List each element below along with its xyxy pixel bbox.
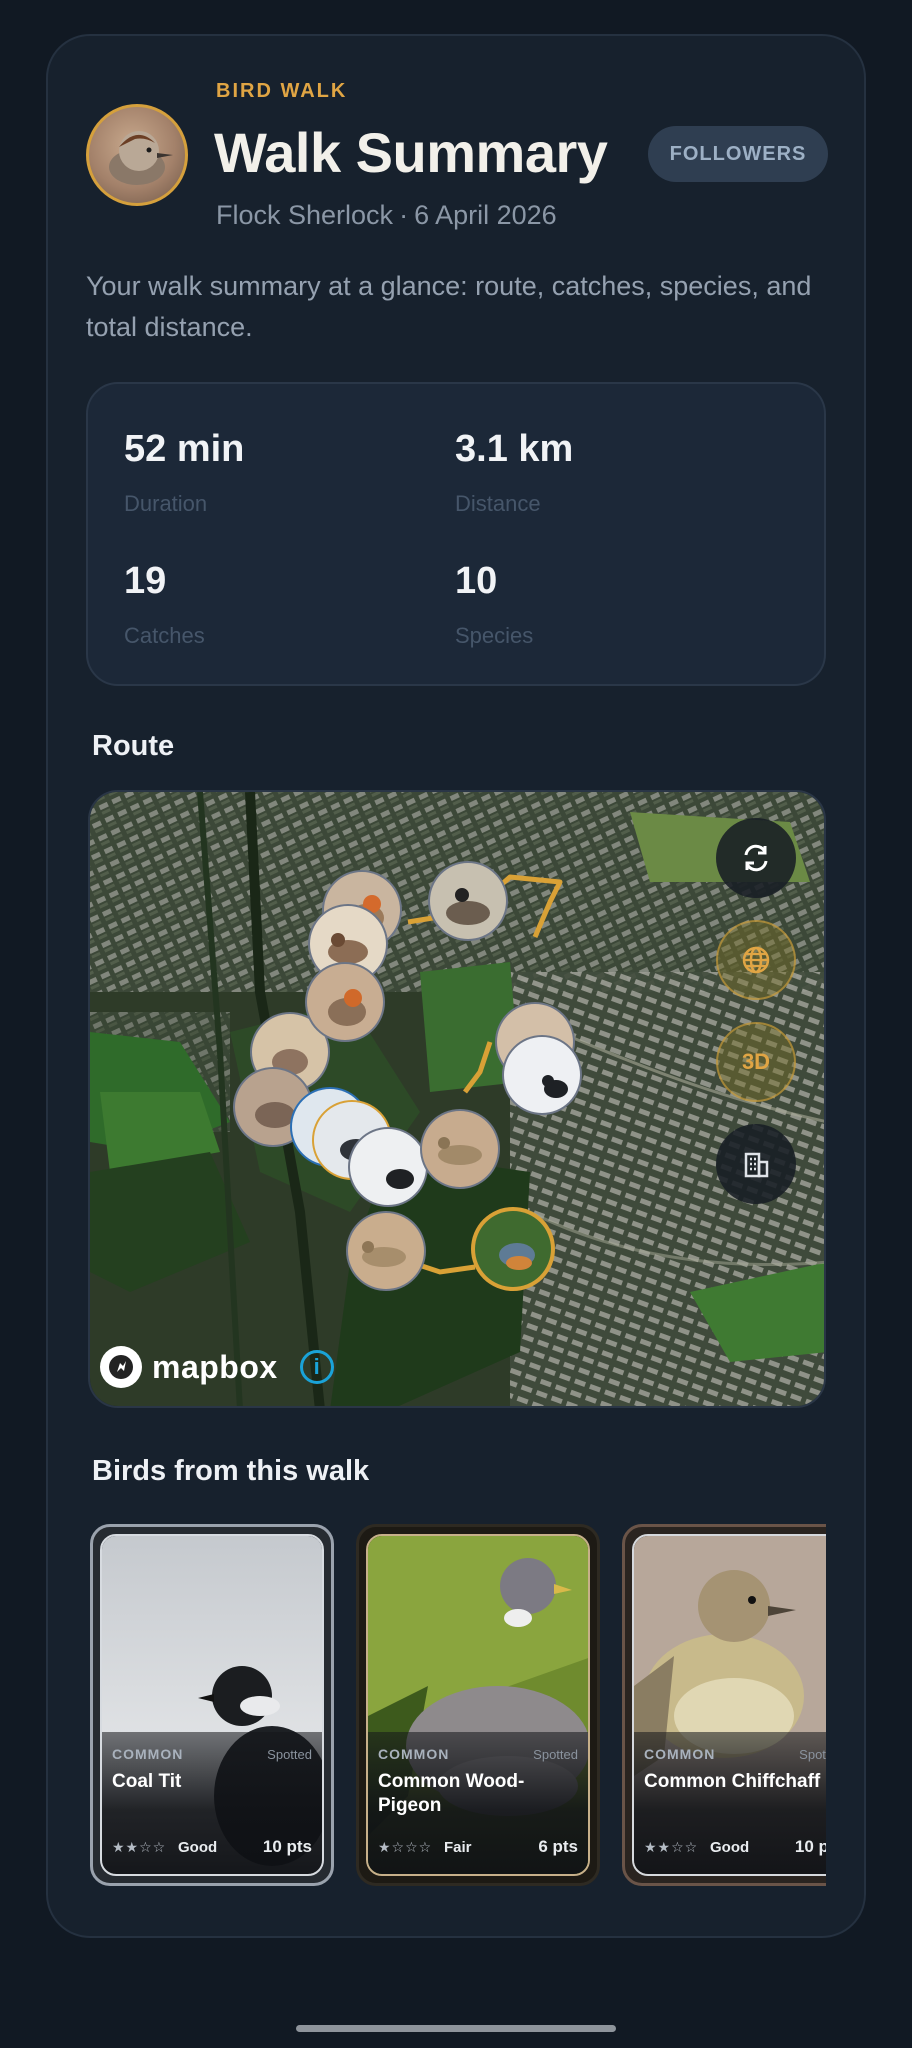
info-icon[interactable]: i bbox=[299, 1350, 334, 1384]
map-marker[interactable] bbox=[428, 861, 508, 941]
map-marker[interactable] bbox=[346, 1211, 426, 1291]
spotted-label: Spotted bbox=[267, 1747, 312, 1762]
quality-stars: ★★☆☆ bbox=[112, 1839, 167, 1855]
points-label: 10 pts bbox=[262, 1837, 312, 1856]
stats-panel: 52 min Duration 3.1 km Distance 19 Catch… bbox=[86, 382, 826, 686]
page-title: Walk Summary bbox=[214, 121, 608, 184]
satellite-map bbox=[90, 792, 824, 1406]
quality-label: Good bbox=[710, 1839, 750, 1856]
stat-value: 52 min bbox=[124, 428, 245, 470]
map-marker[interactable] bbox=[348, 1127, 428, 1207]
quality-label: Fair bbox=[444, 1839, 472, 1856]
spotted-label: Spotted bbox=[799, 1747, 826, 1762]
rarity-label: COMMON bbox=[378, 1746, 450, 1762]
stat-species: 10 Species bbox=[455, 560, 533, 649]
spotted-label: Spotted bbox=[533, 1747, 578, 1762]
walk-type-label: BIRD WALK bbox=[216, 80, 348, 102]
stat-value: 19 bbox=[124, 560, 167, 602]
stat-value: 3.1 km bbox=[455, 428, 574, 470]
bird-card[interactable]: COMMON Spotted Common Wood-Pigeon ★☆☆☆ F… bbox=[356, 1524, 600, 1886]
map-marker[interactable] bbox=[471, 1207, 555, 1291]
user-avatar[interactable] bbox=[86, 104, 188, 206]
stat-label: Distance bbox=[455, 491, 541, 516]
bird-card[interactable]: COMMON Spotted Coal Tit ★★☆☆ Good 10 pts bbox=[90, 1524, 334, 1886]
globe-icon[interactable] bbox=[716, 920, 796, 1000]
bird-card[interactable]: COMMON Spotted Common Chiffchaff ★★☆☆ Go… bbox=[622, 1524, 826, 1886]
stat-duration: 52 min Duration bbox=[124, 428, 244, 517]
rarity-label: COMMON bbox=[112, 1746, 184, 1762]
avatar-bird-image bbox=[109, 131, 173, 185]
meta-separator: · bbox=[399, 200, 409, 230]
route-heading: Route bbox=[92, 730, 175, 762]
mapbox-attribution[interactable]: mapbox i bbox=[100, 1346, 334, 1388]
stat-label: Catches bbox=[124, 623, 205, 648]
quality-label: Good bbox=[178, 1839, 218, 1856]
bird-card-inner: COMMON Spotted Common Wood-Pigeon ★☆☆☆ F… bbox=[366, 1534, 590, 1876]
bird-cards-carousel[interactable]: COMMON Spotted Coal Tit ★★☆☆ Good 10 pts bbox=[88, 1524, 826, 1896]
stat-catches: 19 Catches bbox=[124, 560, 205, 649]
stat-label: Duration bbox=[124, 491, 208, 516]
rarity-label: COMMON bbox=[644, 1746, 716, 1762]
bird-name: Common Chiffchaff bbox=[644, 1771, 821, 1792]
bird-name: Common Wood-Pigeon bbox=[378, 1771, 525, 1816]
walk-description: Your walk summary at a glance: route, ca… bbox=[86, 271, 812, 342]
birds-heading: Birds from this walk bbox=[92, 1455, 370, 1487]
buildings-icon[interactable] bbox=[716, 1124, 796, 1204]
map-marker[interactable] bbox=[305, 962, 385, 1042]
refresh-icon[interactable] bbox=[716, 818, 796, 898]
map-marker[interactable] bbox=[420, 1109, 500, 1189]
bird-card-inner: COMMON Spotted Common Chiffchaff ★★☆☆ Go… bbox=[632, 1534, 826, 1876]
home-indicator[interactable] bbox=[296, 2025, 616, 2032]
stat-value: 10 bbox=[455, 560, 498, 602]
quality-stars: ★☆☆☆ bbox=[378, 1839, 433, 1855]
walk-meta: Flock Sherlock · 6 April 2026 bbox=[216, 200, 557, 231]
bird-name: Coal Tit bbox=[112, 1771, 182, 1792]
stat-label: Species bbox=[455, 623, 534, 648]
bird-card-info: COMMON Spotted Common Chiffchaff ★★☆☆ Go… bbox=[634, 1732, 826, 1874]
visibility-followers-button[interactable]: FOLLOWERS bbox=[648, 126, 828, 182]
map-marker[interactable] bbox=[502, 1035, 582, 1115]
3d-toggle-button[interactable]: 3D bbox=[716, 1022, 796, 1102]
stat-distance: 3.1 km Distance bbox=[455, 428, 573, 517]
user-name: Flock Sherlock bbox=[216, 200, 394, 230]
mapbox-logo-icon bbox=[100, 1346, 142, 1388]
quality-stars: ★★☆☆ bbox=[644, 1839, 699, 1855]
points-label: 10 pts bbox=[794, 1837, 826, 1856]
route-map[interactable]: 3D mapbox i bbox=[88, 790, 826, 1408]
walk-date: 6 April 2026 bbox=[414, 200, 557, 230]
bird-card-inner: COMMON Spotted Coal Tit ★★☆☆ Good 10 pts bbox=[100, 1534, 324, 1876]
bird-card-info: COMMON Spotted Common Wood-Pigeon ★☆☆☆ F… bbox=[368, 1732, 588, 1874]
mapbox-wordmark: mapbox bbox=[152, 1348, 278, 1385]
points-label: 6 pts bbox=[538, 1837, 578, 1856]
bird-card-info: COMMON Spotted Coal Tit ★★☆☆ Good 10 pts bbox=[102, 1732, 322, 1874]
